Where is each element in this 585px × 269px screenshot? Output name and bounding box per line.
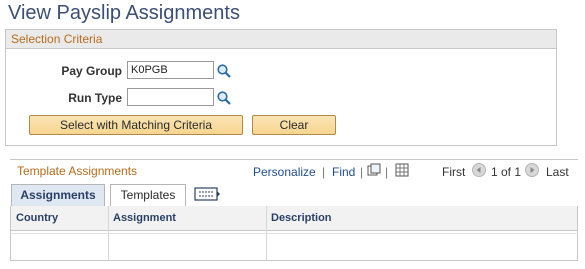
column-header-assignment[interactable]: Assignment: [108, 206, 266, 231]
table-row: [10, 233, 578, 234]
column-header-country[interactable]: Country: [11, 206, 108, 231]
find-link[interactable]: Find: [332, 165, 355, 179]
first-label: First: [442, 165, 466, 179]
clear-button[interactable]: Clear: [252, 115, 336, 135]
run-type-label: Run Type: [68, 91, 122, 105]
spreadsheet-icon[interactable]: [395, 163, 409, 182]
pay-group-input[interactable]: [127, 61, 214, 79]
run-type-input[interactable]: [127, 88, 214, 106]
tab-assignments[interactable]: Assignments: [11, 184, 105, 206]
previous-arrow-icon[interactable]: [472, 163, 486, 177]
nav-separator: |: [385, 165, 389, 179]
show-all-columns-icon[interactable]: [192, 184, 222, 206]
selection-criteria-header: Selection Criteria: [6, 30, 556, 49]
select-matching-criteria-button[interactable]: Select with Matching Criteria: [29, 115, 243, 135]
row-range-label: 1 of 1: [491, 165, 522, 179]
view-all-icon[interactable]: [367, 163, 381, 182]
grid-top-border: [10, 159, 578, 160]
pay-group-lookup-icon[interactable]: [216, 63, 232, 79]
template-assignments-title: Template Assignments: [17, 164, 138, 178]
last-label: Last: [546, 165, 569, 179]
next-arrow-icon[interactable]: [525, 163, 539, 177]
pay-group-label: Pay Group: [61, 64, 122, 78]
nav-separator: |: [360, 165, 364, 179]
tab-templates[interactable]: Templates: [110, 184, 186, 206]
nav-separator: |: [322, 165, 326, 179]
run-type-lookup-icon[interactable]: [216, 90, 232, 106]
personalize-link[interactable]: Personalize: [253, 165, 316, 179]
page-title: View Payslip Assignments: [8, 2, 240, 24]
column-header-description[interactable]: Description: [266, 206, 577, 231]
